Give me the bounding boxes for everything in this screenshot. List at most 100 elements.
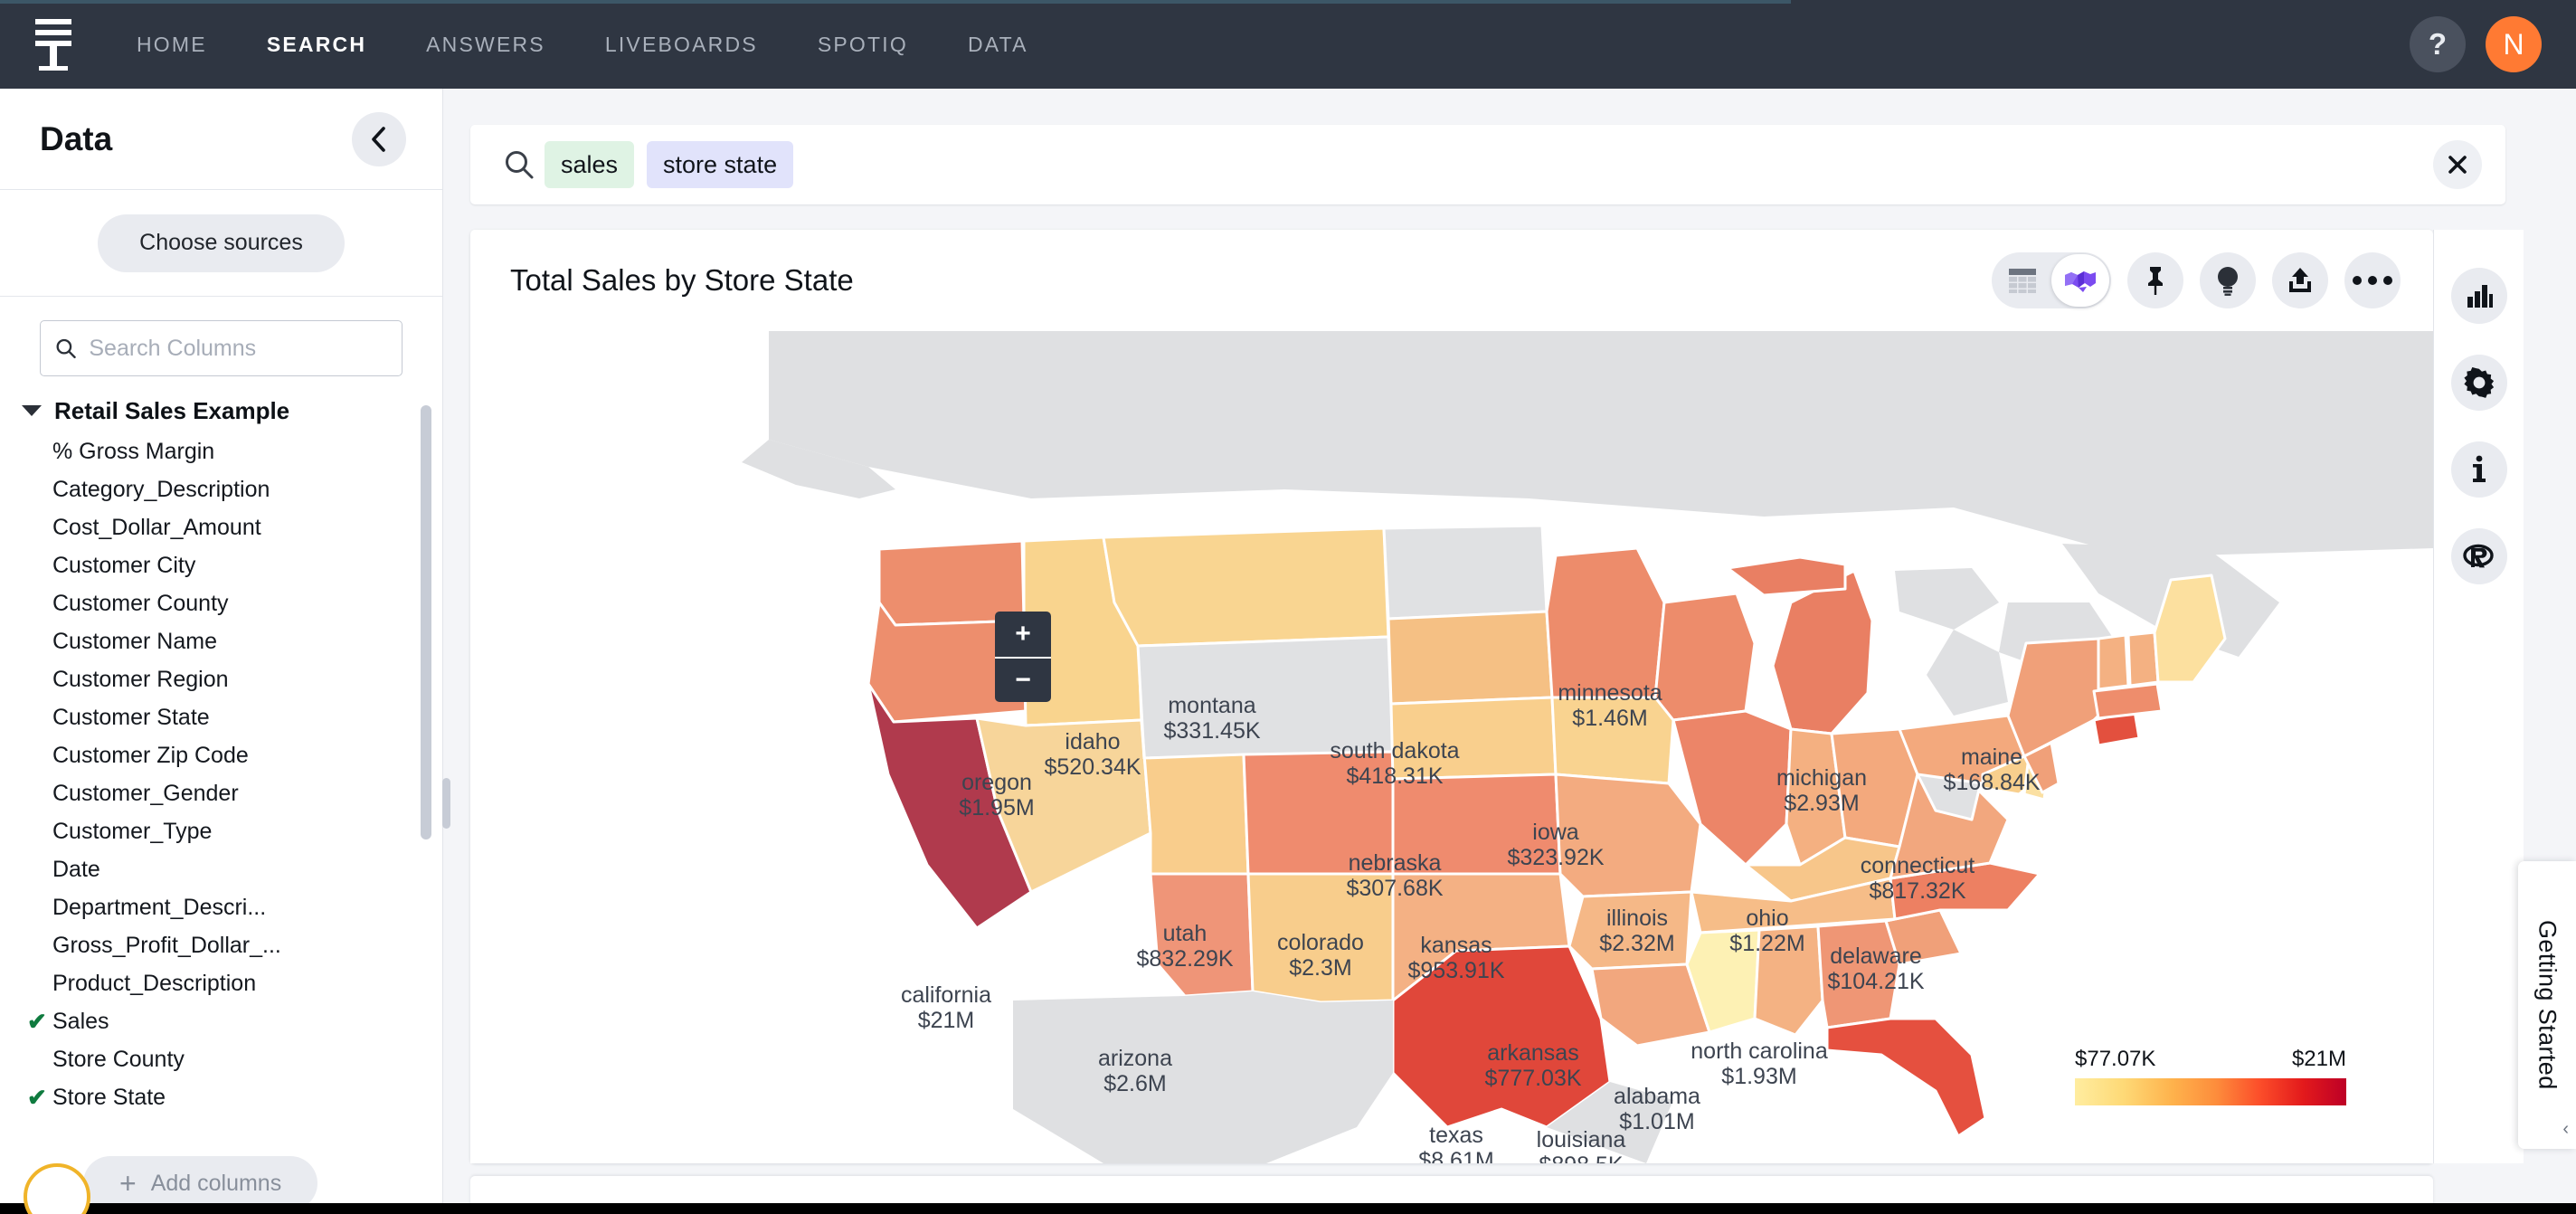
top-navigation-bar: HOME SEARCH ANSWERS LIVEBOARDS SPOTIQ DA… [0, 0, 2576, 89]
avatar[interactable]: N [2486, 16, 2542, 72]
right-rail [2433, 230, 2524, 1163]
nav-item-data[interactable]: DATA [938, 0, 1058, 89]
column-label: Product_Description [52, 970, 257, 996]
add-columns-wrap: + Add columns [83, 1156, 318, 1210]
column-item-customer-gender[interactable]: Customer_Gender [20, 774, 442, 812]
chevron-down-icon [22, 405, 42, 416]
column-label: Customer Zip Code [52, 742, 249, 768]
column-label: Customer Name [52, 628, 217, 654]
nav-item-spotiq[interactable]: SPOTIQ [788, 0, 938, 89]
search-columns-input[interactable] [89, 335, 387, 362]
lightbulb-icon[interactable] [2200, 252, 2256, 308]
column-label: Store County [52, 1046, 185, 1072]
column-label: Customer_Type [52, 818, 213, 844]
chevron-left-glyph [372, 126, 385, 152]
column-search-box[interactable] [40, 320, 402, 376]
column-label: Customer City [52, 552, 196, 578]
nav-item-search[interactable]: SEARCH [237, 0, 396, 89]
column-item-customer-name[interactable]: Customer Name [20, 622, 442, 660]
pin-icon[interactable] [2127, 252, 2183, 308]
column-item-customer-county[interactable]: Customer County [20, 584, 442, 622]
column-item-customer-type[interactable]: Customer_Type [20, 812, 442, 850]
r-icon[interactable] [2450, 528, 2507, 584]
column-label: Category_Description [52, 476, 270, 502]
map-icon[interactable] [2051, 254, 2109, 307]
sidebar-resize-handle[interactable] [442, 778, 450, 829]
column-label: Customer Region [52, 666, 229, 692]
table-glyph [2009, 269, 2036, 293]
legend-min-label: $77.07K [2075, 1047, 2156, 1071]
add-columns-button[interactable]: + Add columns [83, 1156, 318, 1210]
legend-max-label: $21M [2291, 1047, 2346, 1071]
choose-sources-button[interactable]: Choose sources [98, 213, 345, 272]
zoom-out-button[interactable]: − [995, 657, 1051, 702]
more-dots-glyph [2353, 276, 2392, 285]
gear-glyph [2463, 367, 2494, 398]
column-item-customer-city[interactable]: Customer City [20, 546, 442, 584]
card-actions [1992, 252, 2401, 308]
zoom-in-button[interactable]: + [995, 612, 1051, 657]
getting-started-label: Getting Started [2533, 920, 2562, 1090]
choose-sources-row: Choose sources [0, 190, 442, 297]
search-token-store-state[interactable]: store state [647, 141, 794, 188]
logo-icon [35, 19, 71, 71]
answer-card-header: Total Sales by Store State [470, 230, 2433, 331]
bar-chart-glyph [2467, 285, 2493, 308]
check-icon: ✔ [27, 1007, 47, 1035]
choropleth-map[interactable]: + − oregon $1.95M idaho $520.34K montana… [470, 331, 2433, 1163]
sidebar-scrollbar[interactable] [421, 405, 431, 839]
nav-item-home[interactable]: HOME [107, 0, 237, 89]
nav-item-liveboards[interactable]: LIVEBOARDS [575, 0, 788, 89]
nav-item-answers[interactable]: ANSWERS [396, 0, 575, 89]
column-label: % Gross Margin [52, 438, 215, 464]
column-label: Gross_Profit_Dollar_... [52, 932, 281, 958]
column-item-customer-region[interactable]: Customer Region [20, 660, 442, 698]
bar-chart-icon[interactable] [2450, 268, 2507, 324]
search-glyph [506, 151, 534, 179]
search-bar[interactable]: sales store state [470, 125, 2505, 204]
column-item-category-description[interactable]: Category_Description [20, 470, 442, 508]
page-title: Total Sales by Store State [510, 263, 854, 297]
column-item-gross-margin[interactable]: % Gross Margin [20, 432, 442, 470]
gear-icon[interactable] [2450, 355, 2507, 411]
info-icon[interactable] [2450, 441, 2507, 498]
column-item-customer-state[interactable]: Customer State [20, 698, 442, 736]
nav-accent-line [0, 0, 1791, 4]
map-legend: $77.07K $21M [2075, 1047, 2346, 1105]
sidebar-header: Data [0, 89, 442, 190]
column-group-retail-sales-example[interactable]: Retail Sales Example [20, 389, 442, 432]
share-icon[interactable] [2272, 252, 2328, 308]
column-search-wrap [0, 297, 442, 389]
column-item-date[interactable]: Date [20, 850, 442, 888]
chevron-left-icon: ‹ [2562, 1119, 2569, 1139]
us-map-svg [470, 331, 2433, 1163]
app-root: HOME SEARCH ANSWERS LIVEBOARDS SPOTIQ DA… [0, 0, 2576, 1214]
search-icon [494, 149, 545, 180]
help-icon[interactable]: ? [2410, 16, 2466, 72]
column-item-sales[interactable]: ✔ Sales [20, 1002, 442, 1040]
column-item-customer-zip-code[interactable]: Customer Zip Code [20, 736, 442, 774]
chevron-left-icon[interactable] [352, 111, 406, 166]
table-icon[interactable] [1994, 254, 2051, 307]
search-token-sales[interactable]: sales [545, 141, 635, 188]
thoughtspot-logo[interactable] [0, 16, 107, 72]
column-label: Customer_Gender [52, 780, 239, 806]
column-item-gross-profit-dollar[interactable]: Gross_Profit_Dollar_... [20, 926, 442, 964]
close-icon[interactable] [2433, 140, 2482, 189]
getting-started-tab[interactable]: Getting Started ‹ [2518, 861, 2576, 1149]
column-label: Sales [52, 1008, 109, 1034]
sidebar-title: Data [40, 119, 113, 157]
info-glyph [2472, 455, 2486, 482]
column-item-store-state[interactable]: ✔ Store State [20, 1078, 442, 1116]
plus-icon: + [119, 1167, 137, 1200]
column-item-department-description[interactable]: Department_Descri... [20, 888, 442, 926]
column-item-store-county[interactable]: Store County [20, 1040, 442, 1078]
column-item-cost-dollar-amount[interactable]: Cost_Dollar_Amount [20, 508, 442, 546]
share-glyph [2289, 268, 2311, 292]
search-icon [56, 338, 76, 359]
more-dots-icon[interactable] [2344, 252, 2401, 308]
column-list: Retail Sales Example % Gross Margin Cate… [0, 389, 442, 1214]
legend-labels: $77.07K $21M [2075, 1047, 2346, 1072]
column-label: Date [52, 856, 100, 882]
column-item-product-description[interactable]: Product_Description [20, 964, 442, 1002]
